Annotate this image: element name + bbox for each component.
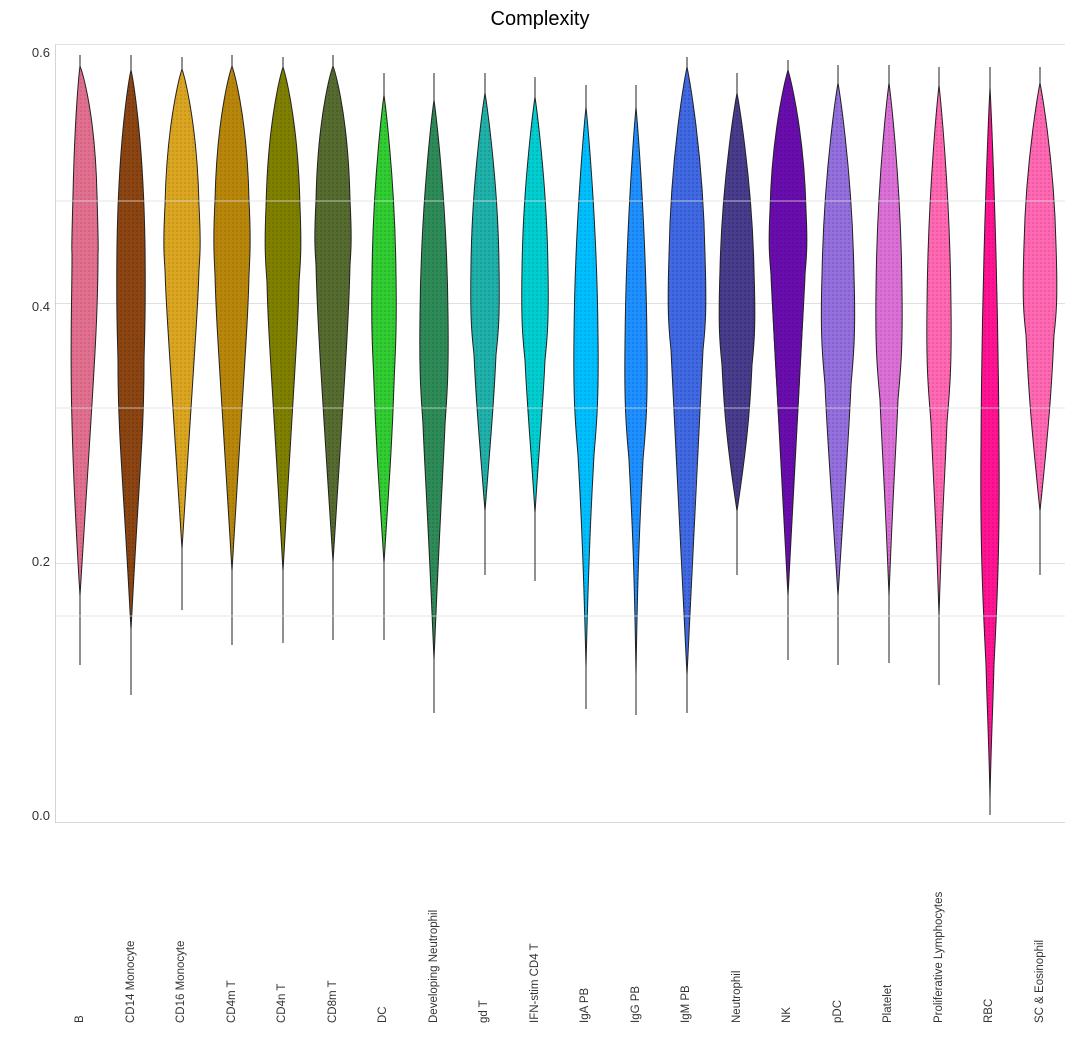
y-axis: 0.6 0.4 0.2 0.0: [15, 45, 55, 823]
x-label-CD4mT: CD4m T: [226, 823, 238, 1023]
x-label-CD4nT: CD4n T: [276, 823, 288, 1023]
x-label-CD8mT: CD8m T: [327, 823, 339, 1023]
violin-RBC: [981, 67, 999, 815]
violin-B: [71, 55, 98, 665]
violin-pDC: [821, 65, 854, 665]
x-label-B: B: [74, 823, 86, 1023]
x-label-IgMPB: IgM PB: [680, 823, 692, 1023]
x-label-Neutrophil: Neutrophil: [731, 823, 743, 1023]
violin-CD16Monocyte: [164, 57, 200, 610]
y-tick-00: 0.0: [32, 808, 55, 823]
x-label-gdT: gd T: [478, 823, 490, 1023]
x-labels: B CD14 Monocyte CD16 Monocyte CD4m T CD4…: [55, 823, 1065, 1033]
violin-CD4nT: [265, 57, 301, 643]
chart-title: Complexity: [491, 8, 590, 31]
violin-DevelopingNeutrophil: [420, 73, 448, 713]
violin-CD14Monocyte: [117, 55, 146, 695]
x-label-CD16Monocyte: CD16 Monocyte: [175, 823, 187, 1023]
y-tick-04: 0.4: [32, 299, 55, 314]
violin-IgMPB: [668, 57, 706, 713]
violin-IFNstimCD4T: [522, 77, 549, 581]
chart-container: Complexity 0.6 0.4 0.2 0.0: [0, 0, 1080, 1043]
x-label-DC: DC: [377, 823, 389, 1023]
x-label-Platelet: Platelet: [882, 823, 894, 1023]
violin-CD8mT: [315, 55, 351, 640]
violin-SCEosinophil: [1023, 67, 1057, 575]
violin-IgAPB: [574, 85, 598, 709]
x-label-IgAPB: IgA PB: [579, 823, 591, 1023]
x-label-DevelopingNeutrophil: Developing Neutrophil: [428, 823, 440, 1023]
violin-IgGPB: [625, 85, 647, 715]
violin-DC: [372, 73, 397, 640]
x-label-ProliferativeLymphocytes: Proliferative Lymphocytes: [933, 823, 945, 1023]
x-label-NK: NK: [781, 823, 793, 1023]
x-label-IFNstimCD4T: IFN-stim CD4 T: [529, 823, 541, 1023]
violin-NK: [769, 60, 807, 660]
x-label-SCEosinophil: SC & Eosinophil: [1034, 823, 1046, 1023]
violin-Platelet: [876, 65, 902, 663]
violin-gdT: [471, 73, 500, 575]
violin-CD4mT: [214, 55, 250, 645]
violin-ProliferativeLymphocytes: [927, 67, 951, 685]
x-label-pDC: pDC: [832, 823, 844, 1023]
y-tick-06: 0.6: [32, 45, 55, 60]
violin-Neutrophil: [719, 73, 755, 575]
x-label-RBC: RBC: [983, 823, 995, 1023]
violins-area: [55, 45, 1065, 823]
x-label-CD14Monocyte: CD14 Monocyte: [125, 823, 137, 1023]
x-label-IgGPB: IgG PB: [630, 823, 642, 1023]
violin-svg: [55, 45, 1065, 823]
y-tick-02: 0.2: [32, 554, 55, 569]
